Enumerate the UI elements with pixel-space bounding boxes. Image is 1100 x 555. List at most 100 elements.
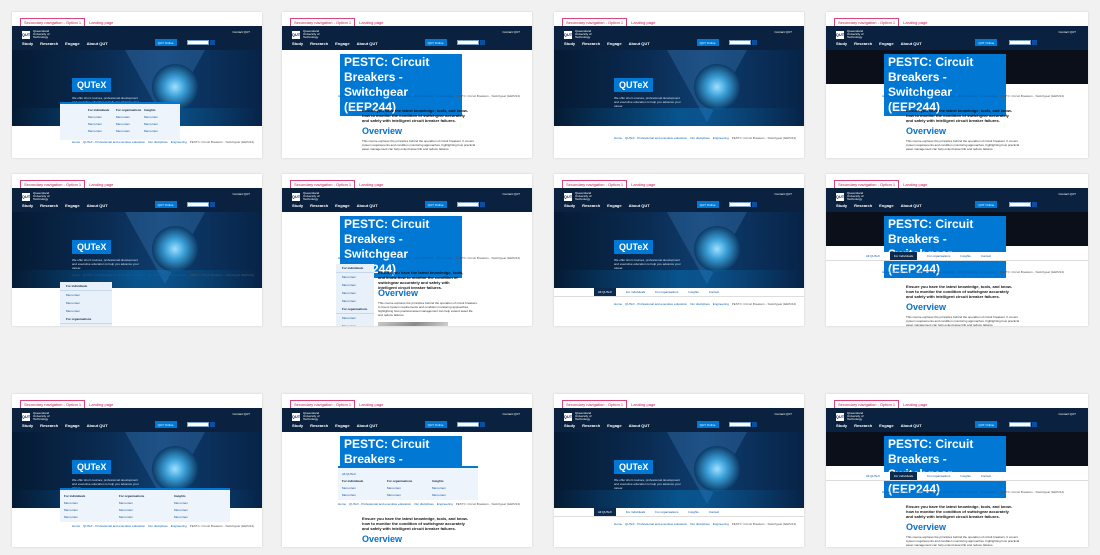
contact-link[interactable]: Contact QUT: [232, 192, 250, 196]
nav-item[interactable]: Study: [22, 203, 33, 208]
nav-item[interactable]: Research: [582, 423, 600, 428]
mega-heading[interactable]: Insights: [432, 479, 446, 483]
breadcrumb-item[interactable]: Home: [882, 94, 890, 98]
menu-item[interactable]: Menu item: [119, 501, 144, 505]
breadcrumb-item[interactable]: Engineering: [981, 490, 997, 494]
breadcrumb-item[interactable]: Our disciplines: [690, 302, 710, 306]
search-icon[interactable]: [752, 40, 757, 45]
qut-logo[interactable]: QUT Queensland University of Technology: [292, 192, 331, 201]
menu-item[interactable]: Menu item: [336, 281, 374, 289]
breadcrumb-item[interactable]: QUTeX - Professional and executive educa…: [893, 94, 955, 98]
tab-item[interactable]: Contact: [709, 510, 719, 514]
menu-item[interactable]: Menu item: [174, 501, 188, 505]
qut-logo[interactable]: QUT Queensland University of Technology: [564, 192, 603, 201]
menu-item[interactable]: Menu item: [60, 307, 112, 315]
nav-item[interactable]: Study: [22, 41, 33, 46]
breadcrumb-item[interactable]: QUTeX - Professional and executive educa…: [893, 490, 955, 494]
tab-item[interactable]: All QUTeX: [594, 288, 616, 296]
nav-item[interactable]: Research: [40, 203, 58, 208]
search-icon[interactable]: [1032, 202, 1038, 207]
nav-item[interactable]: Engage: [607, 41, 621, 46]
tab-item[interactable]: Contact: [981, 474, 991, 478]
menu-item[interactable]: Menu item: [432, 493, 446, 497]
breadcrumb-item[interactable]: QUTeX - Professional and executive educa…: [83, 273, 145, 277]
tab-item[interactable]: For individuals: [889, 472, 918, 480]
qut-online-button[interactable]: QUT Online: [154, 201, 177, 208]
tab-item[interactable]: Insights: [960, 254, 970, 258]
menu-item[interactable]: Menu item: [144, 115, 158, 119]
nav-item[interactable]: Research: [310, 41, 328, 46]
qut-logo[interactable]: QUT Queensland University of Technology: [564, 30, 603, 39]
nav-item[interactable]: Study: [292, 203, 303, 208]
qut-online-button[interactable]: QUT Online: [424, 421, 447, 428]
tab-item[interactable]: All QUTeX: [866, 474, 880, 478]
menu-item[interactable]: Menu item: [336, 297, 374, 305]
nav-item[interactable]: Study: [22, 423, 33, 428]
nav-item[interactable]: About QUT: [357, 41, 378, 46]
nav-item[interactable]: Study: [292, 423, 303, 428]
qut-online-button[interactable]: QUT Online: [975, 201, 998, 208]
breadcrumb-item[interactable]: Our disciplines: [148, 140, 168, 144]
breadcrumb-item[interactable]: QUTeX - Professional and executive educa…: [349, 502, 411, 506]
breadcrumb-item[interactable]: Engineering: [437, 256, 453, 260]
nav-item[interactable]: About QUT: [357, 423, 378, 428]
nav-item[interactable]: Study: [836, 41, 847, 46]
menu-item[interactable]: Menu item: [64, 501, 85, 505]
nav-item[interactable]: Research: [854, 203, 872, 208]
nav-item[interactable]: Research: [582, 41, 600, 46]
menu-item[interactable]: Menu item: [342, 493, 363, 497]
search-input[interactable]: [729, 202, 751, 207]
mega-heading[interactable]: For individuals: [64, 494, 85, 498]
search-input[interactable]: [457, 40, 479, 45]
search-input[interactable]: [1009, 422, 1032, 427]
search-icon[interactable]: [210, 422, 215, 427]
side-heading[interactable]: For individuals: [60, 282, 112, 291]
tab-item[interactable]: Insights: [960, 474, 970, 478]
breadcrumb-item[interactable]: Our disciplines: [414, 94, 434, 98]
qut-online-button[interactable]: QUT Online: [696, 39, 719, 46]
nav-item[interactable]: Study: [564, 203, 575, 208]
contact-link[interactable]: Contact QUT: [502, 412, 520, 416]
breadcrumb-item[interactable]: QUTeX - Professional and executive educa…: [83, 140, 145, 144]
qut-logo[interactable]: QUT Queensland University of Technology: [836, 192, 875, 201]
breadcrumb-item[interactable]: Home: [882, 490, 890, 494]
qut-online-button[interactable]: QUT Online: [154, 421, 177, 428]
contact-link[interactable]: Contact QUT: [774, 412, 792, 416]
nav-item[interactable]: About QUT: [87, 423, 108, 428]
menu-item[interactable]: Menu item: [144, 129, 158, 133]
mega-heading[interactable]: Insights: [174, 494, 188, 498]
menu-item[interactable]: Menu item: [174, 515, 188, 519]
tab-item[interactable]: Contact: [981, 254, 991, 258]
nav-item[interactable]: About QUT: [629, 41, 650, 46]
breadcrumb-item[interactable]: Our disciplines: [148, 273, 168, 277]
nav-item[interactable]: Research: [40, 41, 58, 46]
breadcrumb-item[interactable]: Engineering: [713, 522, 729, 526]
qut-logo[interactable]: QUT Queensland University of Technology: [292, 412, 331, 421]
mega-heading[interactable]: Insights: [144, 108, 158, 112]
breadcrumb-item[interactable]: QUTeX - Professional and executive educa…: [349, 94, 411, 98]
menu-item[interactable]: Menu item: [119, 508, 144, 512]
search-input[interactable]: [187, 40, 209, 45]
mega-heading[interactable]: For organisations: [116, 108, 141, 112]
menu-item[interactable]: Menu item: [432, 486, 446, 490]
breadcrumb-item[interactable]: Our disciplines: [958, 270, 978, 274]
nav-item[interactable]: Study: [836, 423, 847, 428]
contact-link[interactable]: Contact QUT: [502, 30, 520, 34]
nav-item[interactable]: Research: [310, 423, 328, 428]
breadcrumb-item[interactable]: QUTeX - Professional and executive educa…: [83, 524, 145, 528]
side-heading[interactable]: For organisations: [336, 305, 374, 314]
mega-heading[interactable]: For individuals: [88, 108, 109, 112]
nav-item[interactable]: Engage: [65, 41, 79, 46]
nav-item[interactable]: Engage: [607, 203, 621, 208]
breadcrumb-item[interactable]: Home: [614, 302, 622, 306]
nav-item[interactable]: About QUT: [629, 423, 650, 428]
breadcrumb-item[interactable]: Home: [338, 502, 346, 506]
breadcrumb-item[interactable]: Our disciplines: [414, 256, 434, 260]
qut-logo[interactable]: QUT Queensland University of Technology: [292, 30, 331, 39]
qut-online-button[interactable]: QUT Online: [975, 39, 998, 46]
breadcrumb-item[interactable]: Our disciplines: [414, 502, 434, 506]
search-icon[interactable]: [1032, 40, 1038, 45]
qut-logo[interactable]: QUT Queensland University of Technology: [22, 412, 61, 421]
tab-item[interactable]: Contact: [709, 290, 719, 294]
menu-item[interactable]: Menu item: [116, 115, 141, 119]
